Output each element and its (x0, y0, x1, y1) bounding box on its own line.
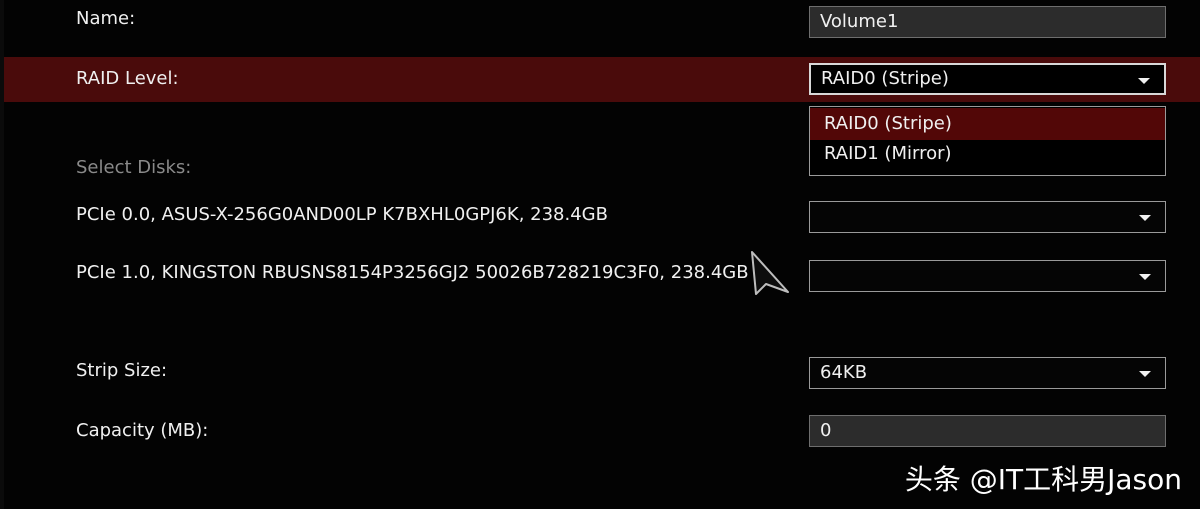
mouse-pointer-icon (751, 251, 789, 295)
capacity-input[interactable]: 0 (809, 415, 1166, 447)
raid-config-screen: Name: Volume1 RAID Level: RAID0 (Stripe)… (0, 0, 1200, 509)
chevron-down-icon (1139, 371, 1151, 377)
raid-level-select[interactable]: RAID0 (Stripe) (809, 63, 1166, 95)
raid-level-value: RAID0 (Stripe) (821, 68, 949, 89)
strip-size-value: 64KB (820, 362, 868, 383)
raid-level-label: RAID Level: (76, 68, 179, 89)
raid-level-option-raid0[interactable]: RAID0 (Stripe) (810, 108, 1165, 140)
watermark-text: 头条 @IT工科男Jason (904, 463, 1182, 496)
chevron-down-icon (1138, 78, 1150, 84)
disk-0-label: PCIe 0.0, ASUS-X-256G0AND00LP K7BXHL0GPJ… (76, 204, 608, 225)
raid-level-option-raid1[interactable]: RAID1 (Mirror) (810, 138, 1165, 170)
disk-1-select[interactable] (809, 260, 1166, 292)
disk-1-label: PCIe 1.0, KINGSTON RBUSNS8154P3256GJ2 50… (76, 262, 749, 283)
chevron-down-icon (1139, 215, 1151, 221)
name-label: Name: (76, 8, 136, 29)
disk-0-select[interactable] (809, 201, 1166, 233)
name-input[interactable]: Volume1 (809, 6, 1166, 38)
select-disks-label: Select Disks: (76, 157, 192, 178)
capacity-label: Capacity (MB): (76, 420, 209, 441)
strip-size-label: Strip Size: (76, 360, 168, 381)
raid-level-dropdown: RAID0 (Stripe) RAID1 (Mirror) (809, 106, 1166, 176)
chevron-down-icon (1139, 274, 1151, 280)
strip-size-select[interactable]: 64KB (809, 357, 1166, 389)
